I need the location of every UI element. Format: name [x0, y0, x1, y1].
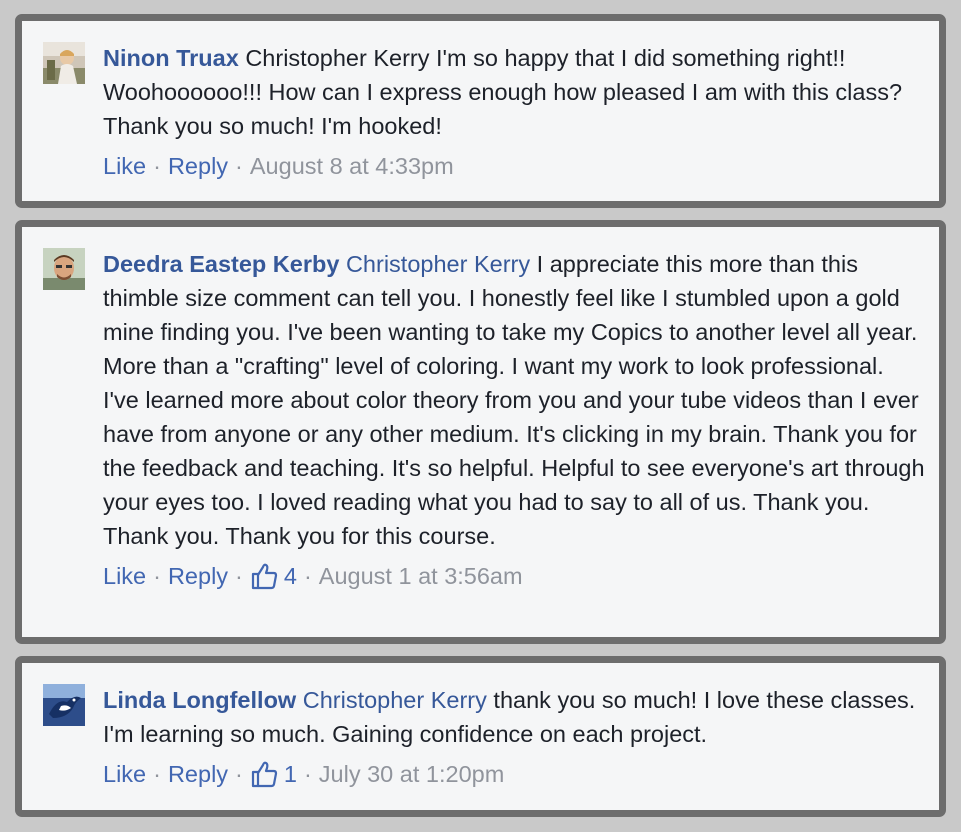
like-count[interactable]: 1 — [250, 757, 297, 791]
comment-text: Linda Longfellow Christopher Kerry thank… — [103, 683, 925, 751]
comment-text: Deedra Eastep Kerby Christopher Kerry I … — [103, 247, 925, 553]
author-name[interactable]: Deedra Eastep Kerby — [103, 251, 339, 277]
like-link[interactable]: Like — [103, 559, 146, 593]
avatar[interactable] — [43, 684, 85, 726]
separator: · — [153, 563, 161, 589]
timestamp[interactable]: August 8 at 4:33pm — [250, 149, 454, 183]
like-link[interactable]: Like — [103, 757, 146, 791]
comment-actions: Like · Reply · August 8 at 4:33pm — [103, 149, 925, 183]
separator: · — [153, 761, 161, 787]
comment-actions: Like · Reply · 1 · July 30 at 1:20pm — [103, 757, 925, 791]
photo-blue-bird-icon — [43, 684, 85, 726]
timestamp[interactable]: August 1 at 3:56am — [319, 559, 523, 593]
reply-link[interactable]: Reply — [168, 149, 228, 183]
photo-woman-sunlit-icon — [43, 42, 85, 84]
author-name[interactable]: Linda Longfellow — [103, 687, 296, 713]
separator: · — [235, 761, 243, 787]
separator: · — [303, 761, 312, 787]
comment-card: Linda Longfellow Christopher Kerry thank… — [15, 656, 946, 817]
avatar[interactable] — [43, 248, 85, 290]
separator: · — [235, 153, 243, 179]
author-name[interactable]: Ninon Truax — [103, 45, 239, 71]
reply-link[interactable]: Reply — [168, 559, 228, 593]
like-count[interactable]: 4 — [250, 559, 297, 593]
comment-actions: Like · Reply · 4 · August 1 at 3:56am — [103, 559, 925, 593]
like-count-value: 4 — [283, 563, 297, 589]
reply-link[interactable]: Reply — [168, 757, 228, 791]
comment-card: Ninon Truax Christopher Kerry I'm so hap… — [15, 14, 946, 208]
avatar[interactable] — [43, 42, 85, 84]
like-link[interactable]: Like — [103, 149, 146, 183]
comment-body: I appreciate this more than this thimble… — [103, 251, 925, 549]
photo-man-portrait-icon — [43, 248, 85, 290]
separator: · — [153, 153, 161, 179]
thumbs-up-icon — [251, 761, 277, 788]
thumbs-up-icon — [251, 563, 277, 590]
timestamp[interactable]: July 30 at 1:20pm — [319, 757, 505, 791]
comment-card: Deedra Eastep Kerby Christopher Kerry I … — [15, 220, 946, 644]
mention-link[interactable]: Christopher Kerry — [303, 687, 487, 713]
like-count-value: 1 — [283, 761, 297, 787]
mention-link[interactable]: Christopher Kerry — [346, 251, 530, 277]
separator: · — [303, 563, 312, 589]
comment-text: Ninon Truax Christopher Kerry I'm so hap… — [103, 41, 925, 143]
separator: · — [235, 563, 243, 589]
